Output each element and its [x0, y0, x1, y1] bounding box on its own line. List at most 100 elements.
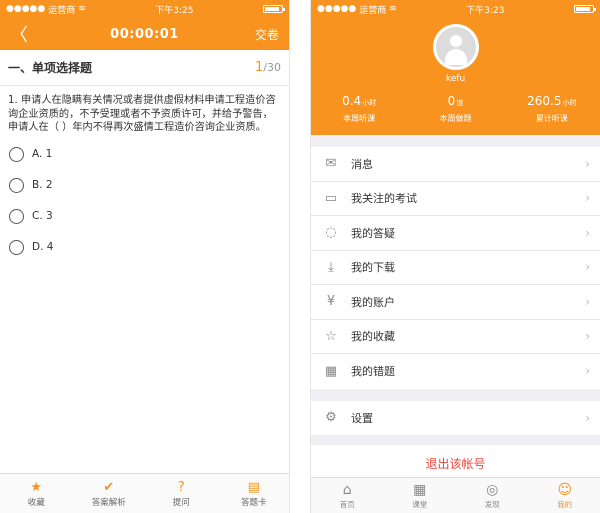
stat-label: 本周做题 [439, 114, 472, 123]
answer-option[interactable]: C. 3 [0, 201, 289, 232]
profile-screen: ●●●●● 运营商 ≋ 下午3:23 kefu 0.4小时 本周听课 0道 本周做题 2… [310, 0, 600, 513]
check-icon: ✔ [103, 479, 115, 495]
stat-value: 0.4 [342, 94, 362, 108]
menu-item-wrong-answers[interactable]: ▦ 我的错题 › [311, 354, 600, 389]
account-icon: ¥ [326, 294, 336, 310]
tab-me[interactable]: ☺ 我的 [529, 478, 600, 513]
card-icon: ▤ [247, 479, 260, 495]
error-book-icon: ▦ [324, 363, 338, 379]
compass-icon: ◎ [486, 482, 499, 498]
signal-icon: ●●●●● [6, 4, 46, 14]
answer-card-button[interactable]: ▤ 答题卡 [218, 474, 290, 513]
gear-icon: ⚙ [325, 410, 337, 426]
answer-option[interactable]: A. 1 [0, 139, 289, 170]
menu-item-label: 我的账户 [351, 295, 395, 309]
user-stats: 0.4小时 本周听课 0道 本周做题 260.5小时 累计听课 [311, 94, 600, 124]
stat-unit: 小时 [362, 99, 377, 107]
menu-item-messages[interactable]: ✉ 消息 › [311, 147, 600, 182]
exam-nav-bar: 〈 00:00:01 交卷 [0, 18, 289, 50]
option-label: A. 1 [32, 148, 53, 160]
tab-label: 发现 [484, 500, 500, 509]
carrier: 运营商 [359, 5, 387, 16]
exam-timer: 00:00:01 [110, 26, 179, 42]
question-counter: 1/30 [255, 60, 281, 75]
status-time: 下午3:23 [466, 5, 505, 16]
stat-value-wrap: 260.5小时 [504, 94, 600, 108]
menu-item-label: 我关注的考试 [351, 192, 417, 206]
back-icon[interactable]: 〈 [10, 21, 40, 47]
settings-group: ⚙ 设置 › [311, 400, 600, 436]
ask-question-button[interactable]: ? 提问 [145, 474, 218, 513]
chevron-right-icon: › [585, 225, 590, 240]
logout-button[interactable]: 退出该帐号 [311, 445, 600, 481]
stat-value-wrap: 0.4小时 [311, 94, 407, 108]
profile-header: kefu 0.4小时 本周听课 0道 本周做题 260.5小时 累计听课 [311, 18, 600, 135]
menu-item-my-questions[interactable]: ◌ 我的答疑 › [311, 216, 600, 251]
chevron-right-icon: › [585, 364, 590, 379]
status-time: 下午3:25 [155, 5, 194, 16]
stat-value: 260.5 [527, 94, 562, 108]
menu-item-label: 消息 [351, 157, 373, 171]
menu-item-label: 我的错题 [351, 365, 395, 379]
carrier: 运营商 [48, 5, 76, 16]
toolbar-label: 答题卡 [240, 497, 267, 508]
submit-button[interactable]: 交卷 [249, 26, 279, 43]
radio-icon [9, 146, 24, 162]
wifi-icon: ≋ [389, 4, 397, 14]
chevron-right-icon: › [585, 156, 590, 171]
avatar[interactable] [433, 24, 479, 70]
stat-label: 累计听课 [535, 114, 568, 123]
stat-item: 0道本周做题 [407, 94, 503, 124]
toolbar-label: 提问 [172, 497, 190, 508]
answer-option[interactable]: B. 2 [0, 170, 289, 201]
tab-home[interactable]: ⌂ 首页 [311, 478, 384, 513]
menu-item-favorites[interactable]: ☆ 我的收藏 › [311, 320, 600, 354]
question-icon: ? [177, 479, 185, 495]
toolbar-label: 收藏 [27, 497, 45, 508]
tab-label: 我的 [557, 500, 573, 509]
menu-item-settings[interactable]: ⚙ 设置 › [311, 401, 600, 436]
download-icon: ⤓ [328, 259, 334, 275]
stat-unit: 小时 [562, 99, 577, 107]
answer-options: A. 1 B. 2 C. 3 D. 4 [0, 139, 289, 263]
radio-icon [9, 239, 24, 255]
menu-item-label: 我的收藏 [351, 330, 395, 344]
tab-classroom[interactable]: ▦ 课堂 [384, 478, 457, 513]
question-text: 1. 申请人在隐瞒有关情况或者提供虚假材料申请工程造价咨询企业资质的，不予受理或… [8, 95, 276, 133]
stat-unit: 道 [456, 99, 464, 107]
user-icon [436, 27, 476, 67]
menu-item-label: 设置 [351, 411, 373, 425]
stat-item: 0.4小时本周听课 [311, 94, 407, 124]
menu-item-account[interactable]: ¥ 我的账户 › [311, 285, 600, 320]
signal-icon: ●●●●● [317, 4, 357, 14]
star-icon: ☆ [325, 328, 337, 344]
option-label: B. 2 [32, 179, 53, 191]
chevron-right-icon: › [585, 294, 590, 309]
answer-option[interactable]: D. 4 [0, 232, 289, 263]
favorite-button[interactable]: ★ 收藏 [0, 474, 73, 513]
stat-value: 0 [447, 94, 456, 108]
radio-icon [9, 177, 24, 193]
stat-label: 本周听课 [343, 114, 376, 123]
menu-item-followed-exams[interactable]: ▭ 我关注的考试 › [311, 182, 600, 216]
exam-toolbar: ★ 收藏 ✔ 答案解析? 提问 ▤ 答题卡 [0, 473, 290, 513]
section-header: 一、单项选择题 1/30 [0, 50, 289, 86]
chevron-right-icon: › [585, 410, 590, 425]
tab-discover[interactable]: ◎ 发现 [456, 478, 529, 513]
status-bar: ●●●●● 运营商 ≋ 下午3:25 [0, 0, 289, 18]
answer-analysis-button[interactable]: ✔ 答案解析 [73, 474, 146, 513]
stat-value-wrap: 0道 [407, 94, 503, 108]
star-icon: ★ [30, 479, 43, 495]
battery-icon [262, 5, 285, 13]
home-icon: ⌂ [342, 482, 352, 498]
wifi-icon: ≋ [78, 4, 86, 14]
toolbar-label: 答案解析 [91, 497, 126, 508]
menu-item-label: 我的答疑 [351, 226, 395, 240]
option-label: C. 3 [32, 210, 53, 222]
section-title: 一、单项选择题 [8, 61, 93, 75]
menu-item-downloads[interactable]: ⤓ 我的下载 › [311, 251, 600, 285]
tab-label: 课堂 [412, 500, 428, 509]
profile-menu: ✉ 消息 › ▭ 我关注的考试 › ◌ 我的答疑 › ⤓ 我的下载 › ¥ 我的账户 › ☆ 我的收藏 › ▦ 我的错… [311, 147, 600, 389]
exam-icon: ▭ [324, 190, 338, 206]
chevron-right-icon: › [585, 260, 590, 275]
